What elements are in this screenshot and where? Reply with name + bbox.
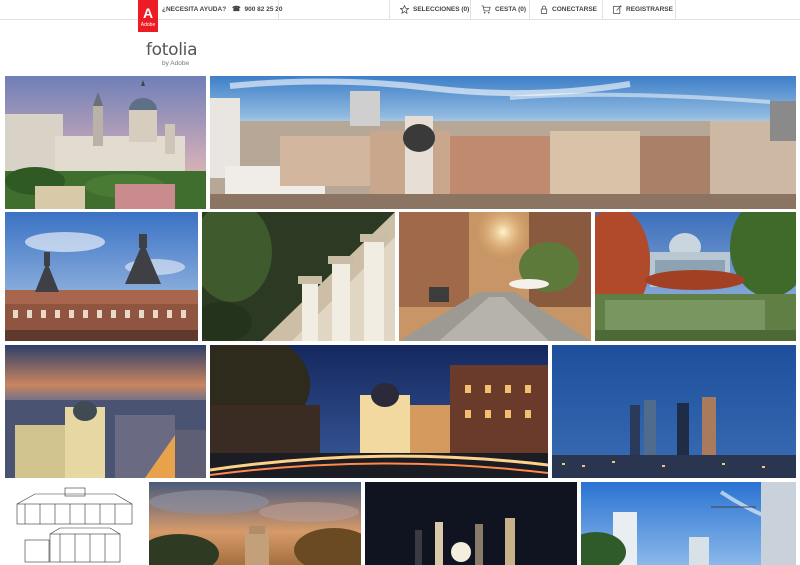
photo-image [5, 482, 145, 565]
photo-image [552, 345, 796, 478]
login-link[interactable]: CONECTARSE [529, 0, 607, 20]
register-label: REGISTRARSE [626, 6, 673, 13]
help-label: ¿NECESITA AYUDA? [162, 6, 227, 13]
photo-image [399, 212, 591, 341]
photo-palace-sketch[interactable] [5, 482, 145, 565]
photo-image [5, 212, 198, 341]
photo-stone-columns-facade[interactable] [202, 212, 395, 341]
phone-number[interactable]: 900 82 25 20 [245, 6, 283, 13]
adobe-logo-text: Adobe [140, 22, 156, 28]
photo-metropolis-dusk-aerial[interactable] [5, 345, 206, 478]
photo-towers-moon-night[interactable] [365, 482, 577, 565]
lock-icon [540, 5, 548, 14]
photo-image [210, 345, 548, 478]
adobe-logo[interactable]: A Adobe [138, 0, 158, 32]
register-link[interactable]: REGISTRARSE [602, 0, 676, 20]
edit-icon [613, 4, 622, 14]
star-icon [399, 4, 410, 14]
photo-image [5, 76, 206, 209]
logo-wordmark: fotolia [146, 40, 198, 60]
selections-label: SELECCIONES (0) [413, 6, 470, 13]
login-label: CONECTARSE [552, 6, 598, 13]
help-contact: ¿NECESITA AYUDA? ☎ 900 82 25 20 [162, 0, 282, 20]
photo-cuatro-torres-blue-hour[interactable] [552, 345, 796, 478]
top-bar: A Adobe ¿NECESITA AYUDA? ☎ 900 82 25 20 … [0, 0, 800, 32]
photo-crystal-palace-retiro[interactable] [595, 212, 796, 341]
cart-icon [481, 5, 491, 14]
photo-image [365, 482, 577, 565]
photo-gran-via-night[interactable] [210, 345, 548, 478]
photo-image [149, 482, 361, 565]
fotolia-logo[interactable]: fotolia by Adobe [146, 40, 198, 67]
photo-image [5, 345, 206, 478]
adobe-a-icon: A [142, 5, 154, 21]
selections-link[interactable]: SELECCIONES (0) [389, 0, 479, 20]
photo-madrid-rooftops-panorama[interactable] [210, 76, 796, 209]
photo-image [202, 212, 395, 341]
photo-skyscrapers-blue-sky[interactable] [581, 482, 796, 565]
photo-royal-palace-cathedral[interactable] [5, 76, 206, 209]
photo-alcala-gate-sunset[interactable] [149, 482, 361, 565]
photo-cobblestone-street-sunset[interactable] [399, 212, 591, 341]
photo-image [210, 76, 796, 209]
phone-icon: ☎ [231, 6, 241, 13]
photo-image [581, 482, 796, 565]
cart-link[interactable]: CESTA (0) [470, 0, 536, 20]
divider [278, 0, 279, 20]
photo-image [595, 212, 796, 341]
cart-label: CESTA (0) [495, 6, 527, 13]
photo-plaza-mayor[interactable] [5, 212, 198, 341]
logo-tagline: by Adobe [162, 60, 190, 67]
